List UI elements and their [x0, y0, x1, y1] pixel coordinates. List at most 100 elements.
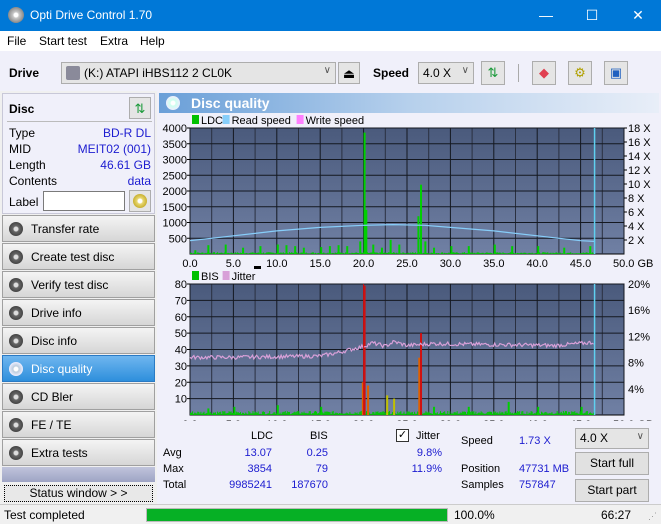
- ldc-bar: [459, 253, 461, 254]
- test-speed-select[interactable]: 4.0 X ∨: [575, 428, 649, 449]
- bis-bar: [343, 413, 345, 415]
- bis-bar: [406, 411, 408, 415]
- speed-select[interactable]: 4.0 X ∨: [418, 62, 474, 84]
- bis-bar: [314, 410, 316, 415]
- y2-tick-label: 4 X: [628, 221, 645, 233]
- bis-bar: [219, 411, 221, 415]
- start-part-button[interactable]: Start part: [575, 479, 649, 502]
- disc-label-button[interactable]: [129, 190, 151, 212]
- bis-bar: [238, 413, 240, 415]
- bis-bar: [304, 413, 306, 415]
- bis-bar: [572, 411, 574, 415]
- bis-bar: [283, 411, 285, 415]
- bis-bar: [369, 412, 371, 415]
- minimize-button[interactable]: —: [523, 0, 569, 31]
- x-tick-label: 45.0: [570, 258, 591, 270]
- bis-bar: [496, 412, 498, 415]
- ldc-bar: [223, 253, 225, 254]
- refresh-button[interactable]: ⇅: [481, 61, 505, 85]
- bis-peak: [207, 408, 210, 415]
- drive-select[interactable]: (K:) ATAPI iHBS112 2 CL0K ∨: [61, 62, 336, 84]
- bis-bar: [427, 412, 429, 415]
- bis-bar: [370, 413, 372, 415]
- ldc-bar: [341, 252, 343, 254]
- bis-bar: [282, 411, 284, 415]
- nav-drive-info[interactable]: Drive info: [2, 299, 155, 326]
- bis-bar: [231, 412, 233, 415]
- ldc-bar: [376, 252, 378, 254]
- bis-bar: [308, 411, 310, 415]
- nav-disc-info[interactable]: Disc info: [2, 327, 155, 354]
- jitter-checkbox[interactable]: ✓: [396, 429, 409, 442]
- settings-button[interactable]: ⚙: [568, 61, 592, 85]
- bis-bar: [533, 413, 535, 415]
- erase-button[interactable]: ◆: [532, 61, 556, 85]
- bis-bar: [392, 412, 394, 415]
- ldc-bar: [343, 253, 345, 254]
- save-button[interactable]: ▣: [604, 61, 628, 85]
- ldc-bar: [485, 252, 487, 254]
- nav-create-test-disc[interactable]: Create test disc: [2, 243, 155, 270]
- ldc-peak: [276, 244, 279, 254]
- bis-bar: [566, 411, 568, 415]
- ldc-bar: [393, 252, 395, 254]
- bis-bar: [395, 413, 397, 415]
- ldc-bar: [234, 252, 236, 254]
- ldc-bar: [300, 252, 302, 254]
- ldc-bar: [201, 252, 203, 254]
- ldc-bar: [446, 253, 448, 254]
- ldc-peak: [450, 246, 453, 254]
- bis-bar: [242, 412, 244, 415]
- ldc-bar: [342, 253, 344, 254]
- resize-grip-icon[interactable]: ⋰: [648, 511, 657, 522]
- legend-swatch-bis: [192, 271, 199, 280]
- bis-bar: [267, 413, 269, 415]
- x-tick-label: 15.0: [309, 419, 330, 421]
- bis-bar: [431, 413, 433, 415]
- nav-disc-quality[interactable]: Disc quality: [2, 355, 155, 382]
- ldc-bar: [262, 252, 264, 254]
- menu-help[interactable]: Help: [140, 34, 165, 48]
- bis-bar: [380, 412, 382, 415]
- nav-transfer-rate[interactable]: Transfer rate: [2, 215, 155, 242]
- bis-bar: [220, 411, 222, 415]
- ldc-bar: [569, 252, 571, 254]
- bis-bar: [582, 413, 584, 415]
- bis-bar: [480, 411, 482, 415]
- close-button[interactable]: ✕: [615, 0, 661, 31]
- ldc-peak: [380, 247, 383, 254]
- start-full-button[interactable]: Start full: [575, 452, 649, 475]
- nav-extra-tests[interactable]: Extra tests: [2, 439, 155, 466]
- ldc-bar: [592, 252, 594, 254]
- ldc-bar: [464, 253, 466, 254]
- stats-max-bis: 79: [315, 463, 328, 475]
- bis-bar: [519, 411, 521, 415]
- eject-button[interactable]: ⏏: [338, 62, 360, 84]
- bis-bar: [588, 412, 590, 415]
- bis-peak: [467, 406, 470, 415]
- ldc-bar: [476, 252, 478, 254]
- menu-file[interactable]: File: [7, 34, 26, 48]
- bis-bar: [520, 414, 522, 415]
- nav-verify-test-disc[interactable]: Verify test disc: [2, 271, 155, 298]
- ldc-bar: [361, 252, 363, 254]
- disc-refresh-button[interactable]: ⇅: [129, 97, 151, 119]
- nav-fe-te[interactable]: FE / TE: [2, 411, 155, 438]
- y-tick-label: 10: [175, 394, 187, 406]
- bis-bar: [411, 411, 413, 415]
- ldc-peak: [302, 247, 305, 254]
- disc-label-input[interactable]: [43, 191, 125, 211]
- status-window-button[interactable]: Status window > >: [4, 485, 153, 502]
- ldc-bar: [272, 252, 274, 254]
- ldc-peak: [363, 132, 366, 254]
- bis-bar: [466, 413, 468, 415]
- nav-cd-bler[interactable]: CD Bler: [2, 383, 155, 410]
- bis-bar: [199, 413, 201, 415]
- ldc-bar: [368, 252, 370, 254]
- menu-start-test[interactable]: Start test: [39, 34, 87, 48]
- bis-bar: [374, 413, 376, 415]
- maximize-button[interactable]: ☐: [569, 0, 615, 31]
- bis-bar: [569, 411, 571, 415]
- bis-bar: [560, 411, 562, 415]
- menu-extra[interactable]: Extra: [100, 34, 128, 48]
